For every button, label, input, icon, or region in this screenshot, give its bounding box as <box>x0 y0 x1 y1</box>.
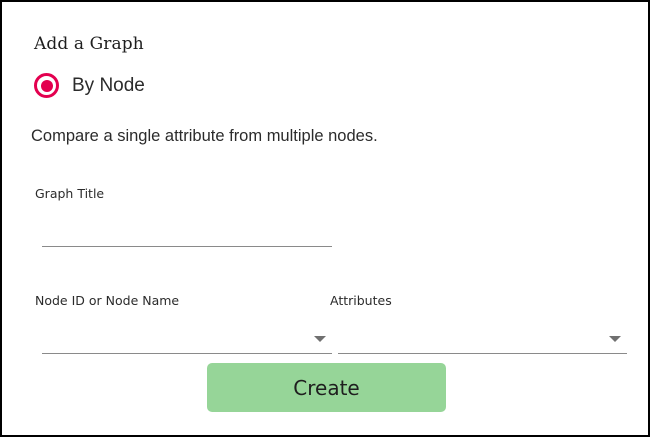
radio-selected-icon[interactable] <box>34 73 59 98</box>
attributes-label: Attributes <box>330 293 392 308</box>
node-id-label: Node ID or Node Name <box>35 293 180 308</box>
graph-title-input[interactable] <box>42 217 332 247</box>
attributes-select[interactable] <box>338 324 627 354</box>
node-id-select[interactable] <box>42 324 332 354</box>
chevron-down-icon[interactable] <box>314 336 326 342</box>
graph-title-label: Graph Title <box>35 186 105 201</box>
dialog-title: Add a Graph <box>34 34 144 54</box>
by-node-radio-option[interactable]: By Node <box>34 73 145 98</box>
chevron-down-icon[interactable] <box>609 336 621 342</box>
by-node-label[interactable]: By Node <box>72 75 145 97</box>
create-button[interactable]: Create <box>207 363 446 412</box>
radio-dot <box>40 79 53 92</box>
add-graph-dialog: Add a Graph By Node Compare a single att… <box>0 0 650 437</box>
graph-type-description: Compare a single attribute from multiple… <box>31 127 378 145</box>
